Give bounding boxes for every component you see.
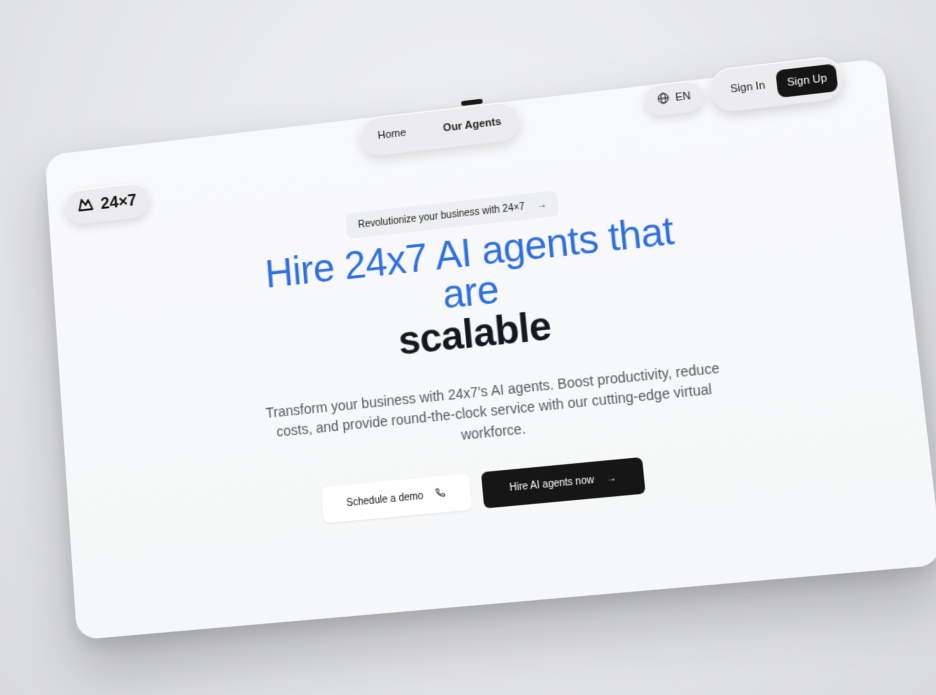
hire-agents-label: Hire AI agents now <box>509 474 595 494</box>
phone-icon <box>435 487 447 502</box>
hero-subtitle: Transform your business with 24x7's AI a… <box>265 359 721 443</box>
stage: 24×7 Home Our Agents EN Sign In Sign Up … <box>0 0 936 695</box>
landing-page-card: 24×7 Home Our Agents EN Sign In Sign Up … <box>44 54 936 641</box>
nav-item-home[interactable]: Home <box>377 127 406 142</box>
auth-group: Sign In Sign Up <box>708 54 846 114</box>
globe-icon <box>657 91 671 107</box>
language-selector[interactable]: EN <box>642 79 706 118</box>
language-label: EN <box>674 90 692 104</box>
hire-agents-button[interactable]: Hire AI agents now → <box>480 457 646 509</box>
schedule-demo-button[interactable]: Schedule a demo <box>320 473 473 524</box>
hero-headline: Hire 24x7 AI agents that are scalable <box>223 207 727 379</box>
schedule-demo-label: Schedule a demo <box>346 490 424 509</box>
sign-up-button[interactable]: Sign Up <box>775 63 839 98</box>
arrow-right-icon: → <box>536 198 548 211</box>
logo[interactable]: 24×7 <box>63 181 152 226</box>
arrow-right-icon: → <box>605 472 617 485</box>
sign-in-button[interactable]: Sign In <box>730 80 766 96</box>
mountain-logo-icon <box>78 196 94 217</box>
logo-text: 24×7 <box>100 190 138 213</box>
nav-item-our-agents[interactable]: Our Agents <box>443 116 502 134</box>
main-nav: Home Our Agents <box>358 100 521 158</box>
announcement-text: Revolutionize your business with 24×7 <box>357 201 526 231</box>
